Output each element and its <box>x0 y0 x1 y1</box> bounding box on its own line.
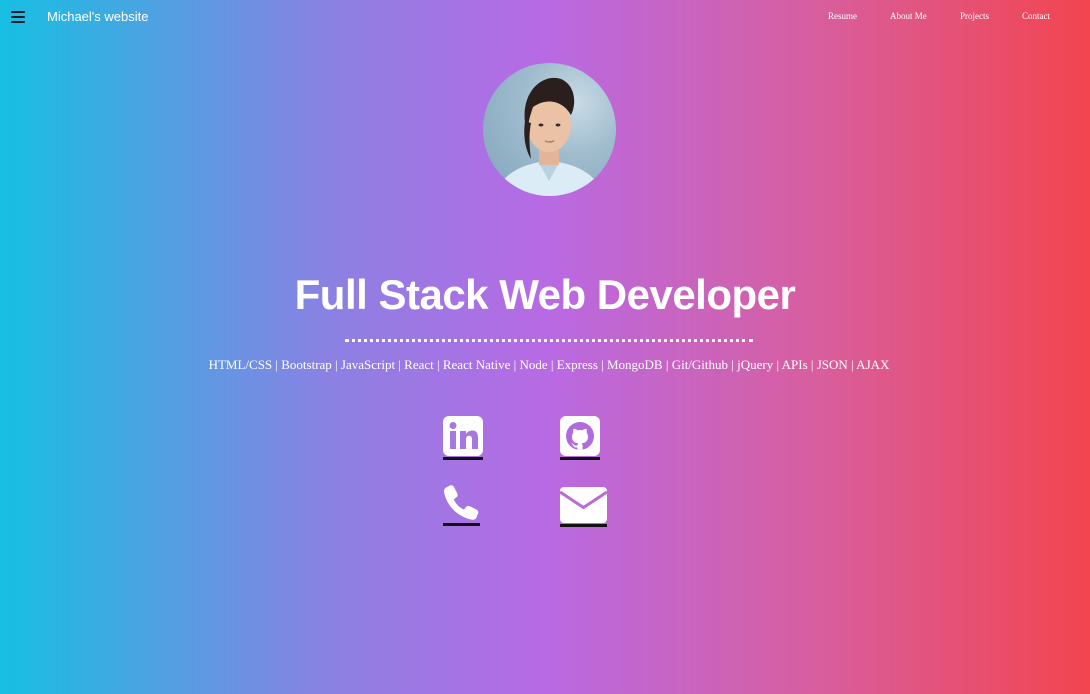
page-title: Full Stack Web Developer <box>294 271 796 318</box>
nav-link-about-me[interactable]: About Me <box>890 11 927 21</box>
email-link[interactable] <box>559 487 608 527</box>
nav-link-contact[interactable]: Contact <box>1022 11 1050 21</box>
phone-icon <box>443 485 479 520</box>
nav-link-projects[interactable]: Projects <box>960 11 989 21</box>
email-icon <box>559 487 608 523</box>
dotted-divider <box>345 339 753 342</box>
skills-list: HTML/CSS | Bootstrap | JavaScript | Reac… <box>208 357 890 372</box>
nav-link-resume[interactable]: Resume <box>828 11 857 21</box>
email-underline <box>560 524 607 527</box>
github-icon <box>560 416 600 456</box>
github-link[interactable] <box>560 416 600 460</box>
linkedin-underline <box>443 457 483 460</box>
profile-avatar <box>483 63 616 196</box>
linkedin-icon <box>443 416 483 456</box>
navbar: Michael's website Resume About Me Projec… <box>0 0 1090 34</box>
phone-underline <box>443 523 480 526</box>
linkedin-link[interactable] <box>443 416 483 460</box>
site-brand-link[interactable]: Michael's website <box>47 9 148 24</box>
phone-link[interactable] <box>443 484 480 526</box>
hamburger-menu-icon[interactable] <box>11 11 25 23</box>
github-underline <box>560 457 600 460</box>
